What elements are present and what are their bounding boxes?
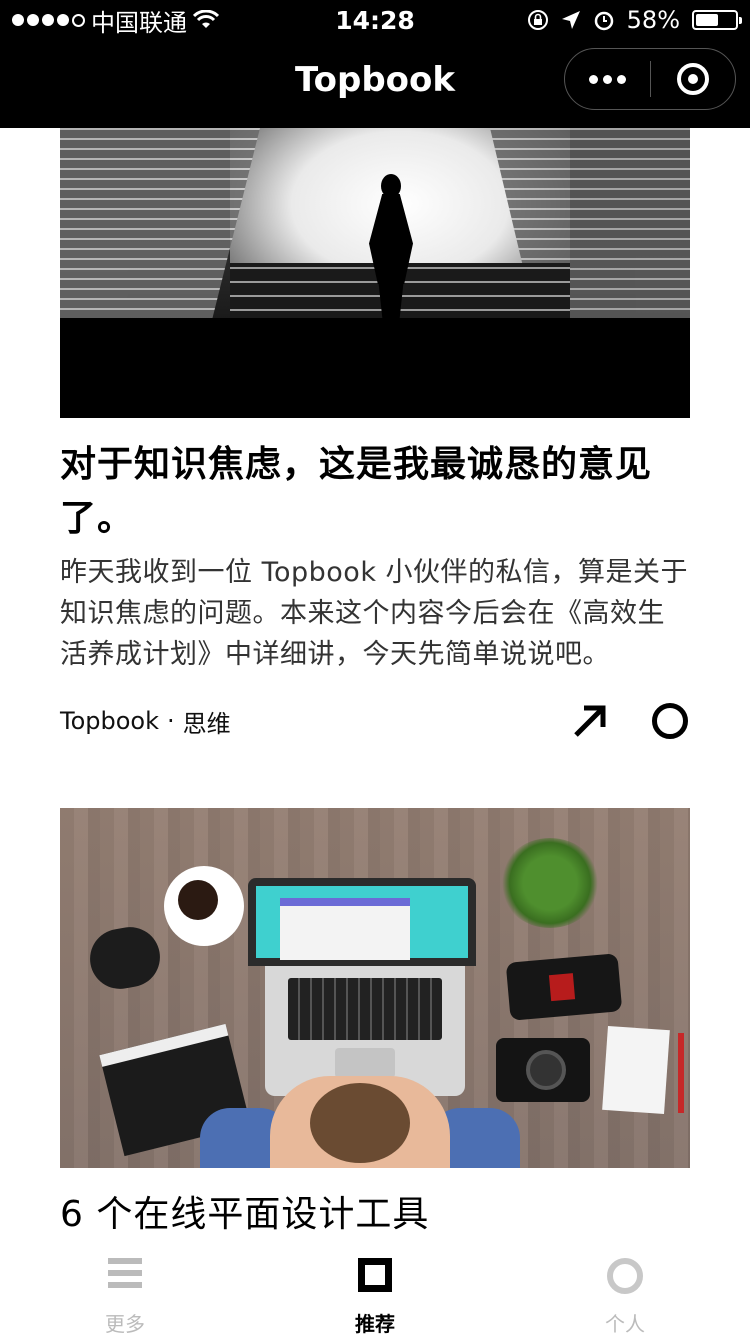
favorite-circle-icon[interactable]: [652, 703, 688, 739]
battery-icon: [692, 10, 742, 30]
share-arrow-icon[interactable]: [570, 701, 610, 741]
tab-label: 个人: [605, 1312, 645, 1336]
wifi-icon: [193, 10, 219, 28]
tab-label: 推荐: [355, 1312, 395, 1336]
mini-program-capsule: [564, 48, 736, 110]
tab-profile[interactable]: 个人: [500, 1248, 750, 1336]
close-target-icon[interactable]: [651, 49, 736, 109]
rotation-lock-icon: [527, 10, 548, 30]
tab-label: 更多: [105, 1312, 145, 1336]
article-summary: 昨天我收到一位 Topbook 小伙伴的私信，算是关于知识焦虑的问题。本来这个内…: [60, 557, 689, 670]
carrier-name: 中国联通: [91, 8, 187, 37]
location-icon: [561, 11, 580, 29]
meta-separator: ·: [167, 707, 175, 735]
tab-more[interactable]: 更多: [0, 1248, 250, 1336]
article-author: Topbook: [60, 707, 159, 735]
nav-bar: Topbook: [0, 40, 750, 128]
alarm-icon: [594, 11, 613, 31]
status-bar: 中国联通 14:28 58%: [0, 0, 750, 40]
square-icon: [358, 1258, 392, 1292]
status-left: 中国联通: [12, 3, 527, 38]
tab-recommend[interactable]: 推荐: [250, 1248, 500, 1336]
article-cover-image[interactable]: [60, 128, 690, 418]
battery-percent: 58%: [626, 6, 680, 34]
menu-icon: [108, 1258, 142, 1288]
article-title[interactable]: 6 个在线平面设计工具: [60, 1188, 690, 1242]
article-category: 思维: [182, 709, 231, 738]
article-cover-image[interactable]: [60, 808, 690, 1168]
article-card[interactable]: 6 个在线平面设计工具: [60, 808, 690, 1242]
article-title[interactable]: 对于知识焦虑，这是我最诚恳的意见了。: [60, 438, 690, 546]
signal-dots-icon: [12, 13, 85, 27]
tab-bar: 更多 推荐 个人: [0, 1248, 750, 1336]
more-dots-icon[interactable]: [565, 49, 650, 109]
article-card[interactable]: 对于知识焦虑，这是我最诚恳的意见了。 昨天我收到一位 Topbook 小伙伴的私…: [60, 128, 690, 741]
status-right: 58%: [527, 6, 742, 34]
profile-circle-icon: [607, 1258, 643, 1294]
article-feed[interactable]: 对于知识焦虑，这是我最诚恳的意见了。 昨天我收到一位 Topbook 小伙伴的私…: [0, 128, 750, 1248]
article-meta: Topbook · 思维: [60, 701, 690, 741]
